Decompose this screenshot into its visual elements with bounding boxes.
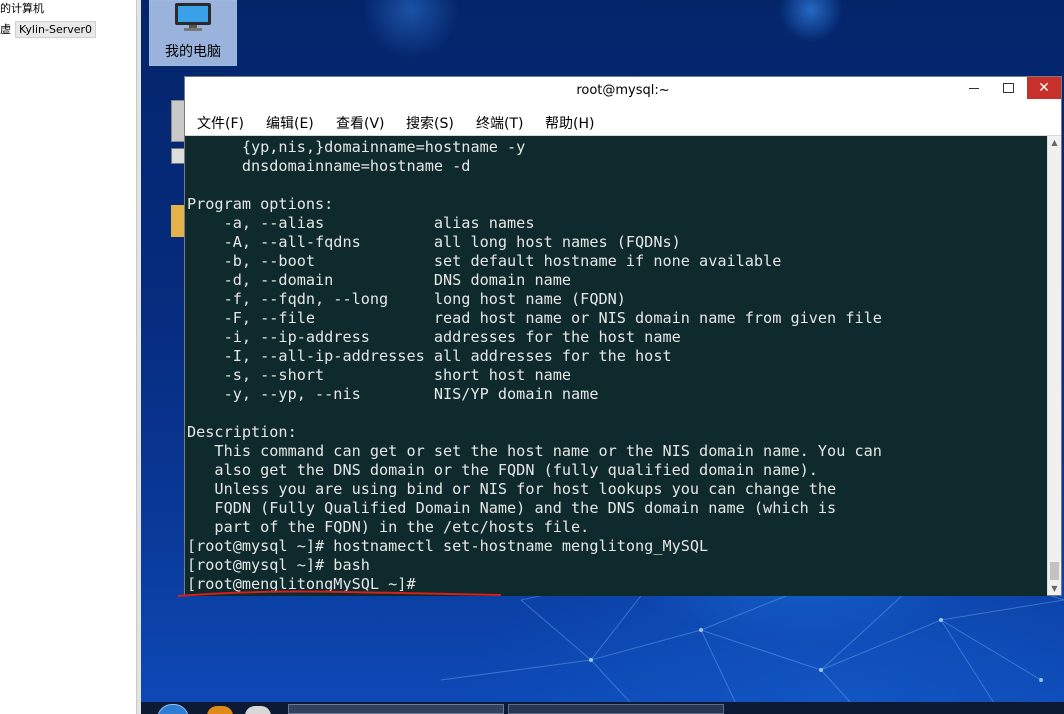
taskbar [141,702,1064,714]
terminal-line: part of the FQDN) in the /etc/hosts file… [187,518,590,536]
terminal-line: -f, --fqdn, --long long host name (FQDN) [187,290,626,308]
terminal-line: Unless you are using bind or NIS for hos… [187,480,837,498]
terminal-line: -F, --file read host name or NIS domain … [187,309,882,327]
terminal-line: -a, --alias alias names [187,214,535,232]
terminal-line: -A, --all-fqdns all long host names (FQD… [187,233,681,251]
monitor-icon [175,3,211,31]
menu-file[interactable]: 文件(F) [197,113,244,133]
terminal-line: {yp,nis,}domainname=hostname -y [187,138,526,156]
terminal-line: dnsdomainname=hostname -d [187,157,471,175]
vm-library-panel: 的计算机 虚 Kylin-Server0 [0,0,136,714]
close-icon: ✕ [1038,80,1050,96]
start-button[interactable] [157,704,189,714]
menu-help[interactable]: 帮助(H) [545,113,594,133]
window-title: root@mysql:~ [576,83,670,98]
terminal-line: [root@mysql ~]# hostnamectl set-hostname… [187,537,709,555]
terminal-window: root@mysql:~ ✕ 文件(F) 编辑(E) 查看(V) 搜索(S) 终… [184,76,1062,596]
tree-item-prefix: 虚 [0,23,11,36]
terminal-line: -y, --yp, --nis NIS/YP domain name [187,385,599,403]
terminal-line: FQDN (Fully Qualified Domain Name) and t… [187,499,837,517]
menu-view[interactable]: 查看(V) [336,113,385,133]
menu-terminal[interactable]: 终端(T) [476,113,523,133]
terminal-line: Description: [187,423,297,441]
title-bar[interactable]: root@mysql:~ ✕ [185,77,1061,106]
minimize-icon [969,87,979,89]
terminal-line: -s, --short short host name [187,366,572,384]
terminal-line: Program options: [187,195,334,213]
scroll-down-icon[interactable]: ▼ [1048,584,1061,593]
scroll-up-icon[interactable]: ▲ [1048,138,1061,147]
menu-search[interactable]: 搜索(S) [406,113,454,133]
taskbar-app-icon[interactable] [207,706,233,714]
terminal-line: -d, --domain DNS domain name [187,271,572,289]
terminal-line: -i, --ip-address addresses for the host … [187,328,681,346]
tree-item-kylin-server[interactable]: Kylin-Server0 [15,21,97,38]
folder-icon[interactable] [171,205,185,237]
terminal-output[interactable]: {yp,nis,}domainname=hostname -y dnsdomai… [185,136,1047,596]
scroll-thumb[interactable] [1050,562,1059,580]
red-underline-annotation [177,590,502,597]
taskbar-task[interactable] [288,704,504,714]
terminal-line: This command can get or set the host nam… [187,442,882,460]
maximize-icon [1002,83,1014,93]
maximize-button[interactable] [993,77,1023,99]
taskbar-task[interactable] [508,704,724,714]
vertical-scrollbar[interactable]: ▲ ▼ [1047,136,1061,595]
desktop-icon-my-computer[interactable]: 我的电脑 [149,0,237,66]
close-button[interactable]: ✕ [1027,77,1061,99]
minimize-button[interactable] [959,77,989,99]
terminal-line: -b, --boot set default hostname if none … [187,252,782,270]
menu-bar: 文件(F) 编辑(E) 查看(V) 搜索(S) 终端(T) 帮助(H) [185,106,1061,136]
taskbar-app-icon[interactable] [245,706,271,714]
tree-item-my-computer[interactable]: 的计算机 [0,0,44,16]
tree-row-vm[interactable]: 虚 Kylin-Server0 [0,18,97,38]
terminal-line: -I, --all-ip-addresses all addresses for… [187,347,672,365]
menu-edit[interactable]: 编辑(E) [266,113,314,133]
desktop-icon-label: 我的电脑 [165,44,221,60]
terminal-line: [root@mysql ~]# bash [187,556,370,574]
terminal-line: also get the DNS domain or the FQDN (ful… [187,461,818,479]
terminal-text: {yp,nis,}domainname=hostname -y dnsdomai… [187,138,882,594]
